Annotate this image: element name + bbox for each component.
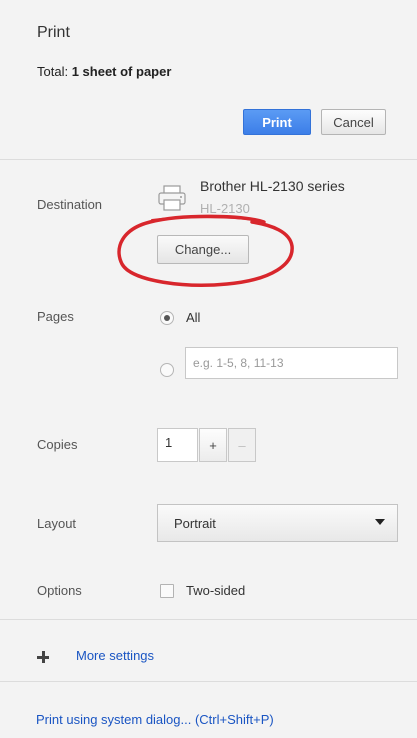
settings-divider [0,619,417,620]
two-sided-label: Two-sided [186,583,246,598]
sheet-summary: Total: 1 sheet of paper [37,64,171,79]
copies-input[interactable]: 1 [157,428,198,462]
two-sided-checkbox[interactable] [160,584,174,598]
options-label: Options [37,583,82,598]
print-button[interactable]: Print [243,109,311,135]
pages-range-input[interactable]: e.g. 1-5, 8, 11-13 [185,347,398,379]
pages-custom-radio[interactable] [160,363,174,377]
layout-label: Layout [37,516,77,531]
footer-divider [0,681,417,682]
header-divider [0,159,417,160]
annotation-circle [117,214,294,287]
copies-increment-button[interactable]: + [199,428,227,462]
destination-label: Destination [37,197,103,212]
printer-name: Brother HL-2130 series [200,178,345,194]
plus-icon[interactable] [37,651,49,663]
system-dialog-link[interactable]: Print using system dialog... (Ctrl+Shift… [36,712,274,727]
layout-select[interactable]: Portrait [157,504,398,542]
pages-all-label: All [186,310,201,325]
more-settings-link[interactable]: More settings [76,648,154,663]
cancel-button[interactable]: Cancel [321,109,386,135]
dialog-title: Print [37,24,70,41]
summary-value: 1 sheet of paper [71,64,172,79]
copies-decrement-button[interactable]: – [228,428,256,462]
summary-label: Total: [37,64,69,79]
printer-icon [158,185,186,211]
chevron-down-icon [375,519,385,525]
pages-label: Pages [37,309,74,324]
copies-label: Copies [37,437,78,452]
pages-all-radio[interactable] [160,311,174,325]
